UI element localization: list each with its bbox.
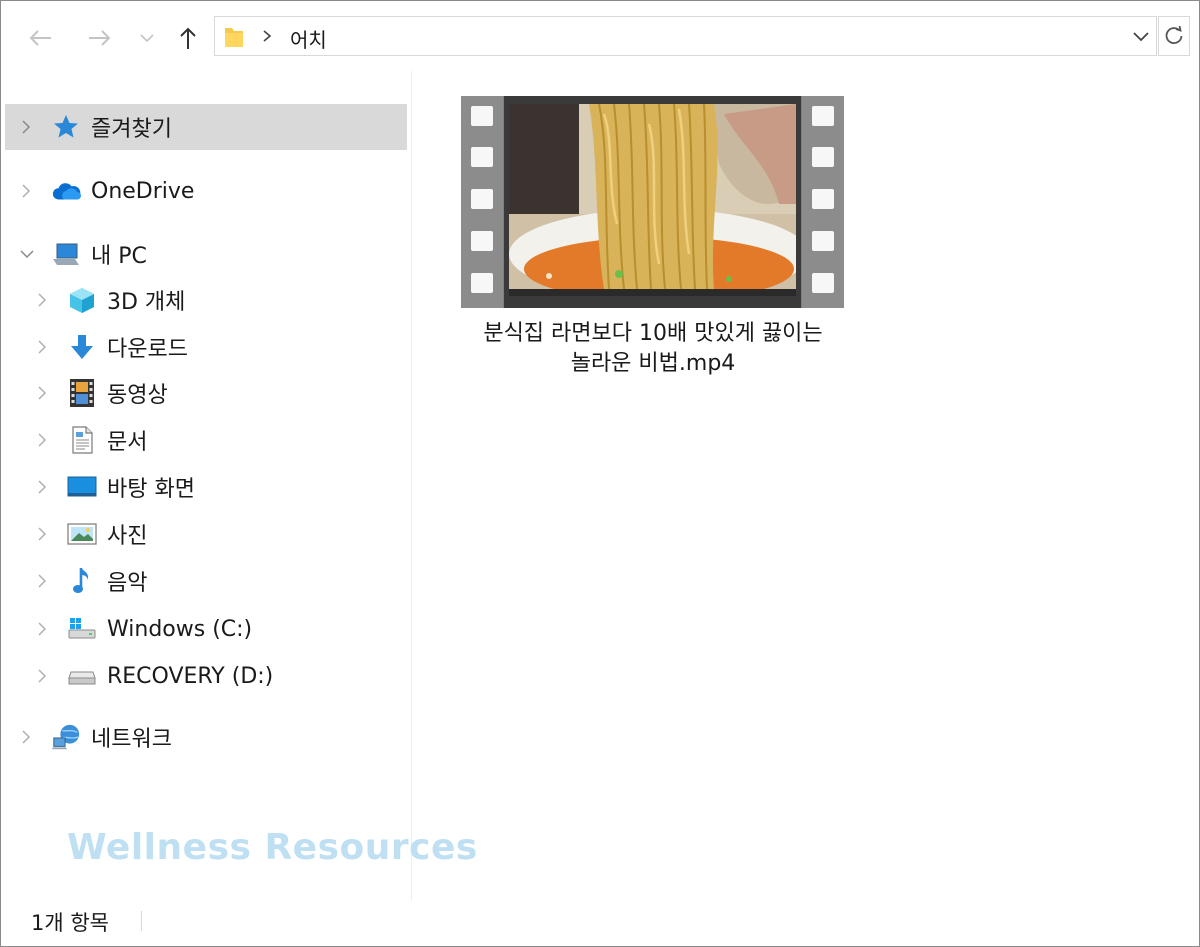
recent-locations-button[interactable] (135, 23, 159, 53)
chevron-right-icon[interactable] (37, 668, 47, 684)
status-separator (141, 911, 142, 931)
chevron-right-icon[interactable] (37, 573, 47, 589)
film-icon (67, 378, 97, 408)
arrow-up-icon (180, 27, 196, 49)
film-strip-right (802, 96, 844, 308)
film-strip-left (461, 96, 503, 308)
star-icon (51, 112, 81, 142)
chevron-down-icon[interactable] (19, 249, 35, 259)
nav-item-label: 3D 개체 (107, 290, 186, 315)
nav-item-label: OneDrive (91, 178, 195, 204)
desktop-icon (67, 472, 97, 502)
music-note-icon (67, 566, 97, 596)
chevron-right-icon[interactable] (37, 385, 47, 401)
breadcrumb-separator-icon (261, 26, 273, 50)
computer-icon (51, 239, 81, 269)
address-dropdown-button[interactable] (1132, 29, 1150, 48)
nav-item-label: 음악 (107, 571, 148, 596)
folder-icon (223, 25, 245, 53)
cube-icon (67, 285, 97, 315)
nav-item-label: Windows (C:) (107, 616, 253, 642)
picture-icon (67, 519, 97, 549)
chevron-right-icon[interactable] (21, 729, 31, 745)
back-button[interactable] (25, 23, 55, 53)
windows-drive-icon (67, 614, 97, 644)
address-bar[interactable]: 어치 (214, 16, 1157, 56)
nav-item-label: 문서 (107, 430, 148, 455)
nav-item-documents[interactable]: 문서 (5, 417, 407, 463)
nav-item-recovery-d[interactable]: RECOVERY (D:) (5, 653, 407, 699)
breadcrumb-item[interactable]: 어치 (290, 24, 327, 53)
video-thumbnail (461, 96, 844, 308)
cloud-icon (51, 176, 81, 206)
nav-item-label: 다운로드 (107, 337, 188, 362)
nav-item-desktop[interactable]: 바탕 화면 (5, 464, 407, 510)
file-name-line-2: 놀라운 비법.mp4 (570, 351, 736, 376)
refresh-button[interactable] (1158, 16, 1190, 56)
refresh-icon (1165, 25, 1183, 44)
chevron-right-icon[interactable] (37, 479, 47, 495)
download-arrow-icon (67, 332, 97, 362)
chevron-down-icon (1133, 32, 1149, 42)
nav-item-videos[interactable]: 동영상 (5, 370, 407, 416)
network-icon (51, 722, 81, 752)
chevron-right-icon[interactable] (37, 432, 47, 448)
nav-item-pictures[interactable]: 사진 (5, 511, 407, 557)
nav-item-label: 바탕 화면 (107, 477, 195, 502)
status-item-count: 1개 항목 (31, 911, 109, 935)
nav-item-label: 네트워크 (91, 727, 172, 752)
nav-item-label: RECOVERY (D:) (107, 663, 274, 689)
navigation-pane: 즐겨찾기 OneDrive 내 PC 3D 개체 다운로드 동영상 문서 바탕 … (1, 71, 411, 901)
nav-item-downloads[interactable]: 다운로드 (5, 324, 407, 370)
nav-item-label: 내 PC (91, 244, 147, 269)
nav-item-label: 동영상 (107, 383, 168, 408)
nav-item-music[interactable]: 음악 (5, 558, 407, 604)
nav-item-this-pc[interactable]: 내 PC (5, 231, 407, 277)
chevron-right-icon[interactable] (37, 621, 47, 637)
drive-icon (67, 661, 97, 691)
explorer-window: 어치 즐겨찾기 OneDrive 내 PC 3D 개체 다운로드 동영상 문서 … (0, 0, 1200, 947)
nav-item-onedrive[interactable]: OneDrive (5, 168, 407, 214)
watermark-text: Wellness Resources (67, 827, 478, 868)
forward-button[interactable] (85, 23, 115, 53)
chevron-right-icon[interactable] (37, 292, 47, 308)
up-button[interactable] (173, 23, 203, 53)
nav-item-3d-objects[interactable]: 3D 개체 (5, 277, 407, 323)
document-icon (67, 425, 97, 455)
chevron-down-icon (140, 34, 154, 43)
chevron-right-icon[interactable] (21, 119, 31, 135)
chevron-right-icon[interactable] (37, 339, 47, 355)
nav-item-windows-c[interactable]: Windows (C:) (5, 606, 407, 652)
file-name: 분식집 라면보다 10배 맛있게 끓이는 놀라운 비법.mp4 (453, 319, 853, 379)
arrow-right-icon (89, 30, 111, 46)
pane-divider[interactable] (411, 71, 412, 901)
nav-item-network[interactable]: 네트워크 (5, 714, 407, 760)
arrow-left-icon (29, 30, 51, 46)
file-item[interactable]: 분식집 라면보다 10배 맛있게 끓이는 놀라운 비법.mp4 (453, 91, 853, 391)
nav-item-label: 사진 (107, 524, 148, 549)
chevron-right-icon[interactable] (21, 183, 31, 199)
file-name-line-1: 분식집 라면보다 10배 맛있게 끓이는 (483, 321, 823, 346)
video-frame (504, 96, 801, 308)
chevron-right-icon[interactable] (37, 526, 47, 542)
nav-item-quick-access[interactable]: 즐겨찾기 (5, 104, 407, 150)
nav-item-label: 즐겨찾기 (91, 117, 172, 142)
